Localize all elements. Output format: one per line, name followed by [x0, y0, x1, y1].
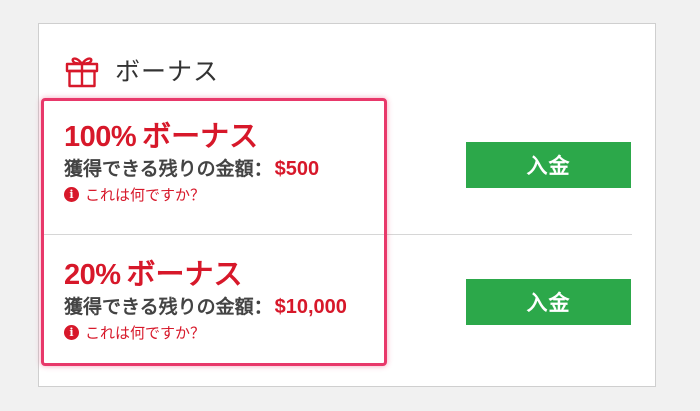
offer-percent: 20%: [64, 259, 121, 291]
remaining-label: 獲得できる残りの金額：: [64, 296, 273, 318]
remaining-amount: $500: [274, 158, 320, 180]
info-icon: i: [64, 325, 79, 340]
deposit-button[interactable]: 入金: [466, 142, 631, 188]
remaining-amount: $10,000: [274, 296, 347, 318]
page-title: ボーナス: [115, 57, 220, 86]
remaining-label: 獲得できる残りの金額：: [64, 158, 273, 180]
gift-icon: [65, 57, 99, 88]
offer-label: ボーナス: [126, 257, 243, 291]
offer-label: ボーナス: [142, 119, 259, 153]
what-is-this-link[interactable]: i これは何ですか？: [64, 322, 347, 343]
divider: [42, 234, 632, 235]
bonus-offer-100: 100% ボーナス 獲得できる残りの金額： $500 i これは何ですか？: [64, 118, 319, 205]
offer-title: 100% ボーナス: [64, 118, 319, 154]
bonus-offer-20: 20% ボーナス 獲得できる残りの金額： $10,000 i これは何ですか？: [64, 256, 347, 343]
remaining-amount-row: 獲得できる残りの金額： $10,000: [64, 294, 347, 320]
bonus-card: ボーナス 100% ボーナス 獲得できる残りの金額： $500 i これは何です…: [38, 23, 656, 387]
info-link-text[interactable]: これは何ですか？: [85, 184, 205, 205]
deposit-button[interactable]: 入金: [466, 279, 631, 325]
remaining-amount-row: 獲得できる残りの金額： $500: [64, 156, 319, 182]
offer-title: 20% ボーナス: [64, 256, 347, 292]
info-link-text[interactable]: これは何ですか？: [85, 322, 205, 343]
what-is-this-link[interactable]: i これは何ですか？: [64, 184, 319, 205]
offer-percent: 100%: [64, 121, 137, 153]
info-icon: i: [64, 187, 79, 202]
bonus-header: ボーナス: [63, 52, 219, 88]
